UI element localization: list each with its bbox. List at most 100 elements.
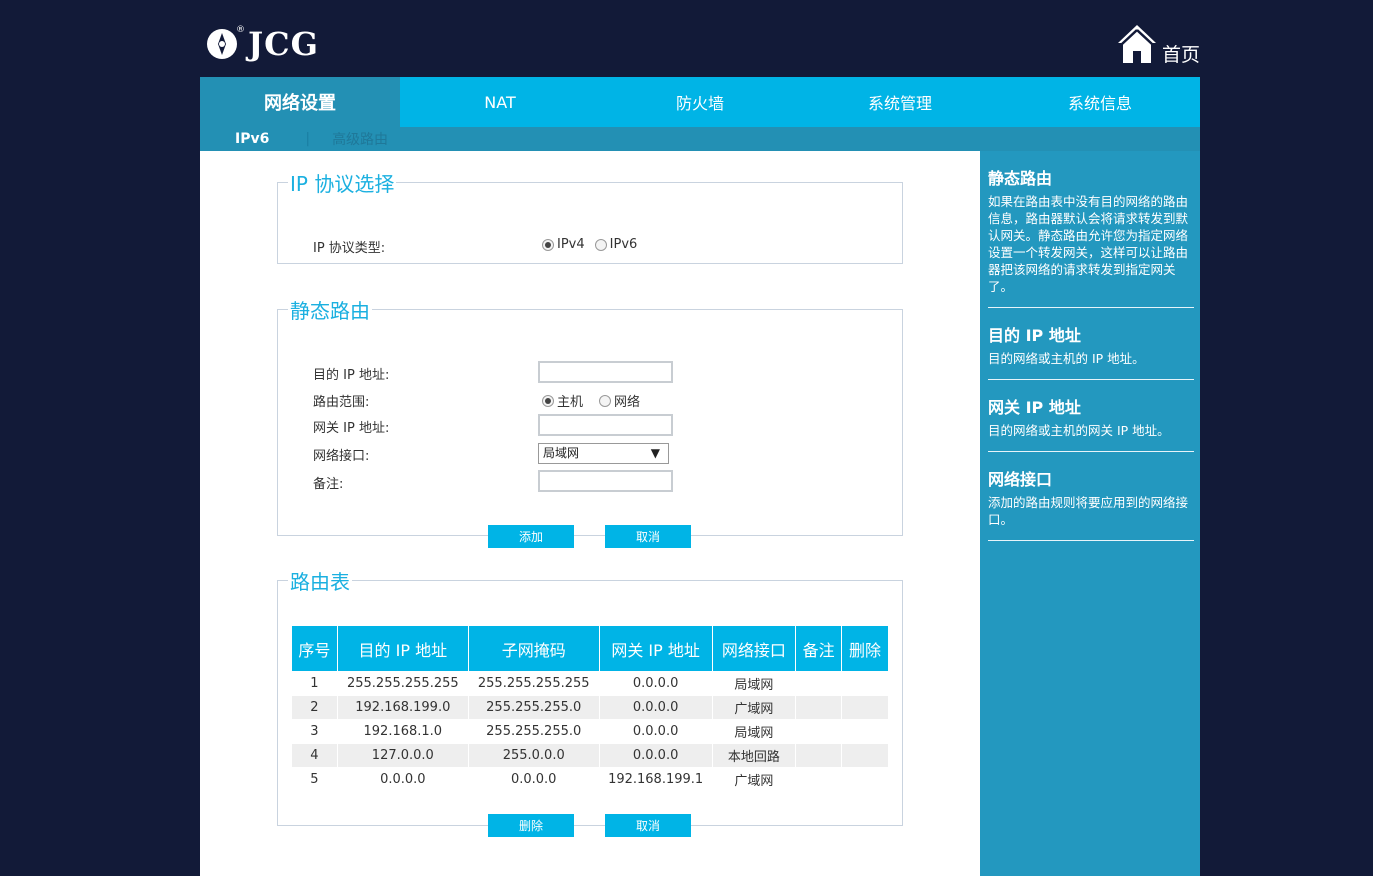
interface-label: 网络接口:: [313, 449, 370, 464]
cell-gateway-ip: 0.0.0.0: [632, 724, 679, 739]
help-text: 目的网络或主机的网关 IP 地址。: [988, 423, 1170, 438]
static-route-section: 静态路由 目的 IP 地址: 路由范围: 主机 网络 网关 IP 地址: 网络接…: [277, 295, 903, 548]
cell-dest-ip: 192.168.199.0: [337, 696, 468, 719]
ip-type-label: IP 协议类型:: [313, 241, 386, 256]
cell-subnet-mask: 255.255.255.0: [468, 696, 599, 719]
subnav-separator: |: [305, 131, 311, 147]
dest-ip-label: 目的 IP 地址:: [313, 368, 390, 383]
table-row[interactable]: 1 255.255.255.255 255.255.255.255 0.0.0.…: [292, 672, 888, 695]
registered-mark: ®: [236, 25, 245, 35]
help-section-static-route: 静态路由 如果在路由表中没有目的网络的路由信息，路由器默认会将请求转发到默认网关…: [988, 165, 1194, 308]
radio-host[interactable]: 主机: [542, 391, 583, 410]
radio-host-dot: [542, 394, 554, 407]
interface-select-value: 局域网: [543, 446, 580, 460]
col-gateway-ip: 网关 IP 地址: [599, 626, 712, 671]
home-label: 首页: [1161, 44, 1200, 66]
cell-index: 1: [310, 676, 319, 691]
home-icon: [1117, 25, 1156, 63]
tab-system-management[interactable]: 系统管理: [800, 77, 1000, 127]
cell-note: [796, 744, 842, 767]
col-dest-ip: 目的 IP 地址: [337, 626, 468, 671]
help-title: 网关 IP 地址: [988, 398, 1081, 417]
subnav-advanced-routing[interactable]: 高级路由: [332, 129, 388, 149]
cell-delete[interactable]: [842, 744, 888, 767]
main-nav: 网络设置 NAT 防火墙 系统管理 系统信息: [200, 77, 1200, 127]
radio-ipv6-dot: [594, 238, 607, 251]
cell-dest-ip: 127.0.0.0: [337, 744, 468, 767]
tab-network-settings[interactable]: 网络设置: [200, 77, 400, 127]
col-note: 备注: [796, 626, 842, 671]
note-label: 备注:: [313, 477, 344, 492]
note-input[interactable]: [538, 470, 673, 492]
radio-ipv6-label: IPv6: [609, 237, 638, 252]
tab-system-info[interactable]: 系统信息: [1000, 77, 1200, 127]
table-row[interactable]: 5 0.0.0.0 0.0.0.0 192.168.199.1 广域网: [292, 768, 888, 791]
table-row[interactable]: 4 127.0.0.0 255.0.0.0 0.0.0.0 本地回路: [292, 744, 888, 767]
delete-button[interactable]: 删除: [488, 814, 574, 837]
radio-ipv6[interactable]: IPv6: [594, 237, 638, 252]
cell-delete[interactable]: [842, 768, 888, 791]
help-text: 如果在路由表中没有目的网络的路由信息，路由器默认会将请求转发到默认网关。静态路由…: [988, 194, 1189, 294]
table-row[interactable]: 3 192.168.1.0 255.255.255.0 0.0.0.0 局域网: [292, 720, 888, 743]
interface-select[interactable]: 局域网 ▼: [538, 443, 669, 464]
tab-firewall[interactable]: 防火墙: [600, 77, 800, 127]
cell-subnet-mask: 255.255.255.255: [477, 676, 590, 691]
subnav-ipv6[interactable]: IPv6: [235, 131, 269, 147]
gateway-ip-input[interactable]: [538, 414, 673, 436]
ip-protocol-section: IP 协议选择 IP 协议类型: IPv4 IPv6: [277, 168, 903, 264]
route-table-section: 路由表 序号 目的 IP 地址 子网掩码 网关 IP 地址 网络接口 备注 删除…: [277, 566, 903, 837]
static-route-legend: 静态路由: [290, 299, 370, 323]
cell-note: [796, 768, 841, 791]
cell-interface: 本地回路: [712, 744, 796, 767]
col-subnet-mask: 子网掩码: [468, 626, 599, 671]
add-button[interactable]: 添加: [488, 525, 574, 548]
cell-note: [796, 720, 841, 743]
route-table-legend: 路由表: [290, 570, 350, 594]
help-section-dest-ip: 目的 IP 地址 目的网络或主机的 IP 地址。: [988, 322, 1194, 380]
cell-dest-ip: 255.255.255.255: [346, 676, 459, 691]
table-cancel-button[interactable]: 取消: [605, 814, 691, 837]
scope-label: 路由范围:: [313, 395, 370, 410]
help-text: 添加的路由规则将要应用到的网络接口。: [988, 495, 1189, 527]
radio-ipv4[interactable]: IPv4: [542, 237, 585, 252]
cell-dest-ip: 192.168.1.0: [363, 724, 443, 739]
cell-subnet-mask: 255.255.255.0: [486, 724, 582, 739]
cell-subnet-mask: 0.0.0.0: [510, 772, 557, 787]
cell-note: [796, 672, 841, 695]
tab-nat[interactable]: NAT: [400, 77, 600, 127]
help-section-interface: 网络接口 添加的路由规则将要应用到的网络接口。: [988, 466, 1194, 541]
ip-type-radios: IPv4 IPv6: [542, 237, 637, 252]
radio-host-label: 主机: [557, 395, 584, 410]
cell-gateway-ip: 0.0.0.0: [632, 676, 679, 691]
cell-delete[interactable]: [842, 672, 888, 695]
help-text: 目的网络或主机的 IP 地址。: [988, 351, 1145, 366]
main-content: IP 协议选择 IP 协议类型: IPv4 IPv6 静态路由 目的 IP 地址…: [200, 151, 980, 876]
compass-logo-icon: [207, 29, 237, 59]
cell-interface: 广域网: [712, 696, 796, 719]
logo-text: JCG: [248, 25, 319, 63]
radio-network[interactable]: 网络: [599, 391, 640, 410]
radio-network-label: 网络: [614, 395, 641, 410]
ip-protocol-legend: IP 协议选择: [290, 172, 395, 196]
sub-nav: IPv6 | 高级路由: [200, 127, 1200, 151]
table-row[interactable]: 2 192.168.199.0 255.255.255.0 0.0.0.0 广域…: [292, 696, 888, 719]
cell-interface: 局域网: [734, 726, 774, 741]
dest-ip-input[interactable]: [538, 361, 673, 383]
radio-ipv4-dot: [542, 238, 554, 251]
home-link[interactable]: 首页: [1116, 22, 1200, 66]
cell-index: 4: [292, 744, 337, 767]
radio-network-dot: [599, 394, 612, 407]
cell-delete[interactable]: [842, 696, 888, 719]
cell-gateway-ip: 192.168.199.1: [608, 772, 704, 787]
cell-gateway-ip: 0.0.0.0: [599, 696, 712, 719]
header: ® JCG 首页: [200, 0, 1200, 77]
cell-delete[interactable]: [842, 720, 888, 743]
brand-logo: ® JCG: [206, 25, 319, 63]
col-delete: 删除: [842, 626, 888, 671]
help-title: 目的 IP 地址: [988, 326, 1081, 345]
cancel-button[interactable]: 取消: [605, 525, 691, 548]
radio-ipv4-label: IPv4: [557, 237, 585, 252]
cell-interface: 局域网: [734, 678, 774, 693]
scope-radios: 主机 网络: [542, 391, 640, 410]
chevron-down-icon: ▼: [650, 446, 660, 460]
